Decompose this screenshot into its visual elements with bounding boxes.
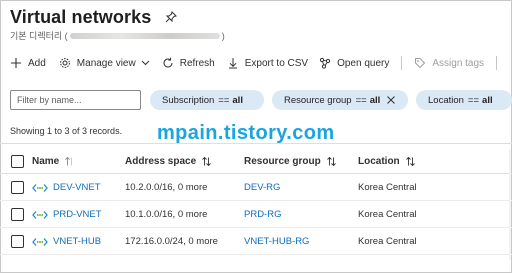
name-cell[interactable]: PRD-VNET <box>32 209 102 220</box>
vnet-name-link[interactable]: PRD-VNET <box>53 209 102 220</box>
filter-by-name-input[interactable]: Filter by name... <box>10 90 141 110</box>
address-space-cell: 172.16.0.0/24, 0 more <box>125 236 218 247</box>
refresh-button[interactable]: Refresh <box>162 57 215 69</box>
add-button[interactable]: Add <box>10 57 46 69</box>
column-header-address-space[interactable]: Address space <box>125 156 212 167</box>
export-csv-label: Export to CSV <box>244 57 309 69</box>
column-label: Name <box>32 156 60 167</box>
column-header-resource-group[interactable]: Resource group <box>244 156 337 167</box>
pill-op: == <box>218 94 230 106</box>
column-label: Location <box>358 156 400 167</box>
subtitle-suffix: ) <box>221 30 225 41</box>
page-title: Virtual networks <box>10 6 152 27</box>
row-checkbox[interactable] <box>11 235 24 248</box>
resource-group-filter-pill[interactable]: Resource group == all <box>272 90 408 110</box>
row-checkbox[interactable] <box>11 208 24 221</box>
plus-icon <box>10 57 22 69</box>
pill-label: Resource group <box>284 94 352 106</box>
table-header: Name Address space Resource group Locati… <box>0 150 512 174</box>
add-label: Add <box>28 57 46 69</box>
toolbar-divider <box>496 56 498 70</box>
assign-tags-button[interactable]: Assign tags <box>414 57 484 69</box>
table-row[interactable]: VNET-HUB 172.16.0.0/24, 0 more VNET-HUB-… <box>0 228 512 255</box>
pill-value: all <box>482 94 493 106</box>
scrollbar[interactable] <box>509 150 511 260</box>
filter-bar: Filter by name... Subscription == all Re… <box>10 90 512 110</box>
pin-icon[interactable] <box>165 11 178 23</box>
record-count: Showing 1 to 3 of 3 records. <box>10 126 123 136</box>
gear-icon <box>59 57 71 69</box>
command-bar: Add Manage view Refresh Export to CSV Op… <box>10 54 498 72</box>
toolbar-divider <box>401 56 403 70</box>
virtual-network-icon <box>32 210 48 220</box>
vnet-name-link[interactable]: DEV-VNET <box>53 182 101 193</box>
resource-group-link[interactable]: DEV-RG <box>244 182 280 193</box>
tag-icon <box>414 57 426 69</box>
sort-icon <box>326 156 337 167</box>
name-cell[interactable]: VNET-HUB <box>32 236 101 247</box>
address-space-cell: 10.1.0.0/16, 0 more <box>125 209 208 220</box>
column-label: Address space <box>125 156 197 167</box>
directory-subtitle: 기본 디렉터리 ( ) <box>10 29 225 42</box>
redacted-directory-id <box>69 32 220 39</box>
close-icon[interactable] <box>386 95 396 105</box>
refresh-label: Refresh <box>179 57 215 69</box>
vnet-name-link[interactable]: VNET-HUB <box>53 236 101 247</box>
location-cell: Korea Central <box>358 236 417 247</box>
pill-op: == <box>467 94 480 106</box>
pill-op: == <box>355 94 367 106</box>
open-query-button[interactable]: Open query <box>319 57 389 69</box>
chevron-down-icon <box>141 60 150 66</box>
sort-icon <box>405 156 416 167</box>
divider <box>0 143 512 144</box>
download-icon <box>227 57 239 69</box>
page-header: Virtual networks <box>10 5 178 29</box>
pill-label: Location <box>428 94 464 106</box>
virtual-network-icon <box>32 237 48 247</box>
resource-group-link[interactable]: PRD-RG <box>244 209 281 220</box>
table-row[interactable]: DEV-VNET 10.2.0.0/16, 0 more DEV-RG Kore… <box>0 174 512 201</box>
address-space-cell: 10.2.0.0/16, 0 more <box>125 182 208 193</box>
name-cell[interactable]: DEV-VNET <box>32 182 101 193</box>
select-all-checkbox[interactable] <box>11 155 24 168</box>
column-header-location[interactable]: Location <box>358 156 416 167</box>
assign-tags-label: Assign tags <box>432 57 485 69</box>
subtitle-prefix: 기본 디렉터리 ( <box>10 31 68 41</box>
sort-icon <box>201 156 212 167</box>
resource-group-link[interactable]: VNET-HUB-RG <box>244 236 309 247</box>
sort-ascending-icon <box>64 156 75 167</box>
location-cell: Korea Central <box>358 182 417 193</box>
row-checkbox[interactable] <box>11 181 24 194</box>
virtual-network-icon <box>32 183 48 193</box>
column-header-name[interactable]: Name <box>32 156 75 167</box>
pill-value: all <box>369 94 381 106</box>
subscription-filter-pill[interactable]: Subscription == all <box>150 90 264 110</box>
manage-view-button[interactable]: Manage view <box>59 57 150 69</box>
open-query-label: Open query <box>337 57 390 69</box>
manage-view-label: Manage view <box>76 57 136 69</box>
refresh-icon <box>162 57 174 69</box>
location-cell: Korea Central <box>358 209 417 220</box>
query-icon <box>319 57 331 69</box>
watermark: mpain.tistory.com <box>157 122 335 144</box>
export-csv-button[interactable]: Export to CSV <box>227 57 308 69</box>
pill-value: all <box>232 94 243 106</box>
pill-label: Subscription <box>162 94 215 106</box>
resources-table: Name Address space Resource group Locati… <box>0 150 512 255</box>
location-filter-pill[interactable]: Location == all <box>416 90 512 110</box>
column-label: Resource group <box>244 156 321 167</box>
table-row[interactable]: PRD-VNET 10.1.0.0/16, 0 more PRD-RG Kore… <box>0 201 512 228</box>
